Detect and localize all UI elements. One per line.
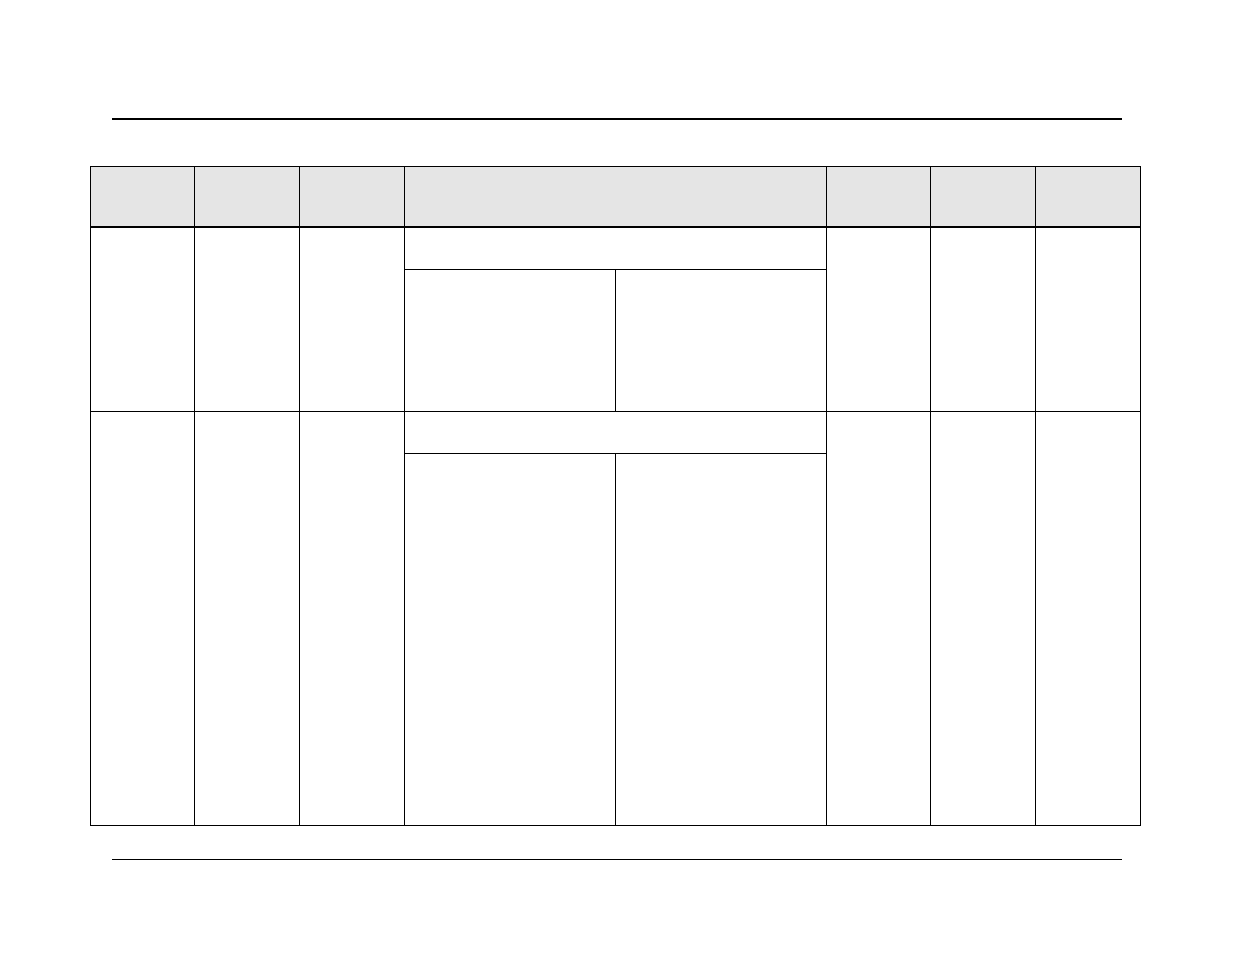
footer-rule xyxy=(112,859,1122,860)
data-table xyxy=(90,166,1141,826)
col-header-7 xyxy=(1036,167,1141,227)
page xyxy=(0,0,1235,954)
nested-group xyxy=(405,228,826,411)
nested-group-left xyxy=(405,270,616,411)
cell xyxy=(300,227,405,412)
table-row xyxy=(91,411,1141,825)
cell xyxy=(1036,227,1141,412)
col-header-4 xyxy=(405,167,827,227)
table-row xyxy=(91,227,1141,412)
cell xyxy=(827,411,931,825)
nested-group-title xyxy=(405,412,826,454)
col-header-2 xyxy=(195,167,300,227)
nested-group xyxy=(405,412,826,825)
header-rule xyxy=(112,118,1122,120)
cell xyxy=(300,411,405,825)
table-header-row xyxy=(91,167,1141,227)
col-header-1 xyxy=(91,167,195,227)
nested-group-columns xyxy=(405,454,826,825)
cell xyxy=(1036,411,1141,825)
cell-group xyxy=(405,227,827,412)
nested-group-columns xyxy=(405,270,826,411)
nested-group-right xyxy=(616,454,827,825)
cell xyxy=(931,227,1036,412)
cell xyxy=(91,411,195,825)
nested-group-title xyxy=(405,228,826,270)
cell xyxy=(931,411,1036,825)
cell xyxy=(91,227,195,412)
cell-group xyxy=(405,411,827,825)
cell xyxy=(195,227,300,412)
col-header-3 xyxy=(300,167,405,227)
nested-group-left xyxy=(405,454,616,825)
cell xyxy=(195,411,300,825)
nested-group-right xyxy=(616,270,827,411)
col-header-6 xyxy=(931,167,1036,227)
col-header-5 xyxy=(827,167,931,227)
cell xyxy=(827,227,931,412)
